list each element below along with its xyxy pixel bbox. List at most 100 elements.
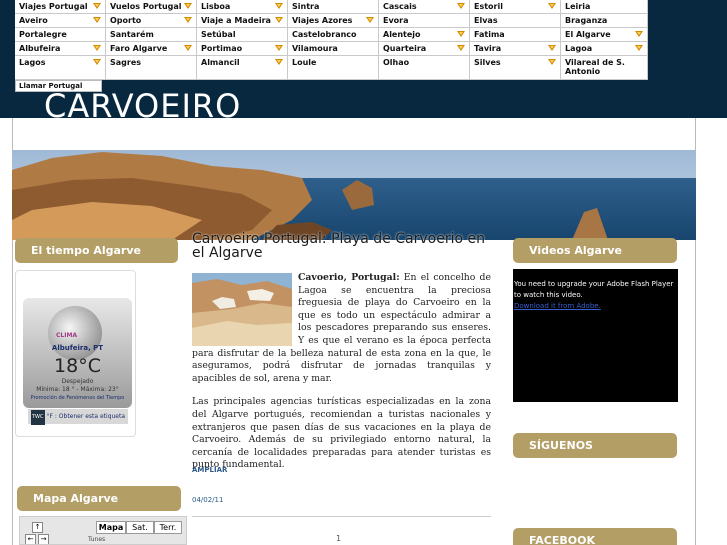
- dropdown-arrow-icon[interactable]: [93, 45, 101, 51]
- flash-download-link[interactable]: Download it from Adobe.: [514, 302, 601, 310]
- menu-item-label: Cascais: [383, 2, 417, 11]
- menu-item[interactable]: Portimao: [197, 42, 288, 56]
- menu-item-label: Castelobranco: [292, 30, 357, 39]
- menu-item-label: Braganza: [565, 16, 608, 25]
- menu-item-label: Alentejo: [383, 30, 421, 39]
- weather-panel: CLIMA Albufeira, PT 18°C Despejado Mínim…: [23, 298, 132, 408]
- menu-row: Lagos Sagres Almancil Loule Olhao Silves Vilar…: [15, 56, 648, 80]
- destinations-menu: Viajes Portugal Vuelos Portugal Lisboa Sint…: [15, 0, 648, 80]
- dropdown-arrow-icon[interactable]: [635, 45, 643, 51]
- menu-item[interactable]: Vilareal de S. Antonio: [561, 56, 648, 80]
- menu-item[interactable]: Braganza: [561, 14, 648, 28]
- menu-item[interactable]: Elvas: [470, 14, 561, 28]
- menu-item-label: Lagos: [19, 58, 46, 67]
- menu-item[interactable]: Santarém: [106, 28, 197, 42]
- article-paragraph-2: Las principales agencias turísticas espe…: [192, 396, 491, 471]
- dropdown-arrow-icon[interactable]: [366, 17, 374, 23]
- page-number-link[interactable]: 1: [336, 534, 341, 543]
- dropdown-arrow-icon[interactable]: [275, 3, 283, 9]
- menu-item[interactable]: Aveiro: [15, 14, 106, 28]
- menu-item[interactable]: Albufeira: [15, 42, 106, 56]
- dropdown-arrow-icon[interactable]: [93, 3, 101, 9]
- menu-item[interactable]: Loule: [288, 56, 379, 80]
- menu-item[interactable]: Faro Algarve: [106, 42, 197, 56]
- read-more-link[interactable]: AMPLIAR: [192, 466, 227, 474]
- menu-item-label: Evora: [383, 16, 409, 25]
- menu-row: Portalegre Santarém Setúbal Castelobranco Al…: [15, 28, 648, 42]
- menu-row: Albufeira Faro Algarve Portimao Vilamoura Qu…: [15, 42, 648, 56]
- menu-item[interactable]: Tavira: [470, 42, 561, 56]
- dropdown-arrow-icon[interactable]: [275, 45, 283, 51]
- weather-temperature: 18°C: [54, 355, 101, 377]
- menu-item-label: Loule: [292, 58, 317, 67]
- twc-logo-icon: TWC: [31, 410, 45, 425]
- menu-item[interactable]: Sagres: [106, 56, 197, 80]
- video-player[interactable]: You need to upgrade your Adobe Flash Pla…: [513, 269, 678, 402]
- menu-item[interactable]: Viajes Portugal: [15, 0, 106, 14]
- dropdown-arrow-icon[interactable]: [275, 17, 283, 23]
- dropdown-arrow-icon[interactable]: [275, 59, 283, 65]
- menu-item-label: Faro Algarve: [110, 44, 168, 53]
- weather-city[interactable]: Albufeira, PT: [23, 344, 132, 352]
- dropdown-arrow-icon[interactable]: [548, 3, 556, 9]
- map-type-map-button[interactable]: Mapa: [96, 521, 126, 534]
- weather-powered-link[interactable]: Promoción de Fenómenos del Tiempo: [23, 395, 132, 401]
- weather-min-max: Mínima: 18 ° - Máxima: 23°: [36, 386, 119, 393]
- menu-item[interactable]: Portalegre: [15, 28, 106, 42]
- menu-item[interactable]: Quarteira: [379, 42, 470, 56]
- menu-item-label: Albufeira: [19, 44, 61, 53]
- menu-item[interactable]: Lagos: [15, 56, 106, 80]
- menu-item[interactable]: Cascais: [379, 0, 470, 14]
- menu-item-label: Viaje a Madeira: [201, 16, 271, 25]
- menu-item-label: Almancil: [201, 58, 240, 67]
- menu-item-label: Viajes Portugal: [19, 2, 88, 11]
- menu-item[interactable]: Viaje a Madeira: [197, 14, 288, 28]
- menu-item[interactable]: Setúbal: [197, 28, 288, 42]
- menu-item[interactable]: Vilamoura: [288, 42, 379, 56]
- dropdown-arrow-icon[interactable]: [457, 3, 465, 9]
- dropdown-arrow-icon[interactable]: [184, 45, 192, 51]
- menu-item-label: Vilamoura: [292, 44, 338, 53]
- menu-item[interactable]: Sintra: [288, 0, 379, 14]
- map-widget[interactable]: ↑ ← → Mapa Sat. Terr. Tunes: [19, 516, 187, 545]
- weather-get-widget-link[interactable]: °F : Obtener esta etiqueta: [47, 413, 126, 420]
- dropdown-arrow-icon[interactable]: [184, 17, 192, 23]
- dropdown-arrow-icon[interactable]: [548, 59, 556, 65]
- menu-item[interactable]: Silves: [470, 56, 561, 80]
- site-title: CARVOEIRO: [44, 87, 242, 118]
- menu-item[interactable]: El Algarve: [561, 28, 648, 42]
- menu-item-label: El Algarve: [565, 30, 611, 39]
- dropdown-arrow-icon[interactable]: [457, 45, 465, 51]
- map-pan-left-icon[interactable]: ←: [25, 534, 36, 544]
- dropdown-arrow-icon[interactable]: [548, 45, 556, 51]
- map-pan-right-icon[interactable]: →: [38, 534, 49, 544]
- menu-item[interactable]: Fatima: [470, 28, 561, 42]
- menu-item[interactable]: Leiria: [561, 0, 648, 14]
- follow-section-title: SÍGUENOS: [513, 433, 677, 458]
- menu-item[interactable]: Lagoa: [561, 42, 648, 56]
- dropdown-arrow-icon[interactable]: [457, 31, 465, 37]
- menu-row: Aveiro Oporto Viaje a Madeira Viajes Azores…: [15, 14, 648, 28]
- menu-item-label: Tavira: [474, 44, 502, 53]
- menu-item-label: Lisboa: [201, 2, 231, 11]
- dropdown-arrow-icon[interactable]: [184, 3, 192, 9]
- menu-item[interactable]: Oporto: [106, 14, 197, 28]
- article-body: Cavoerio, Portugal: En el concelho de La…: [192, 272, 491, 483]
- dropdown-arrow-icon[interactable]: [93, 59, 101, 65]
- menu-item[interactable]: Castelobranco: [288, 28, 379, 42]
- map-type-satellite-button[interactable]: Sat.: [126, 521, 154, 534]
- dropdown-arrow-icon[interactable]: [635, 31, 643, 37]
- weather-footer[interactable]: TWC °F : Obtener esta etiqueta: [28, 409, 128, 425]
- menu-item[interactable]: Almancil: [197, 56, 288, 80]
- menu-item[interactable]: Lisboa: [197, 0, 288, 14]
- map-type-terrain-button[interactable]: Terr.: [154, 521, 182, 534]
- map-pan-up-icon[interactable]: ↑: [32, 522, 43, 533]
- dropdown-arrow-icon[interactable]: [93, 17, 101, 23]
- menu-item[interactable]: Estoril: [470, 0, 561, 14]
- menu-item[interactable]: Viajes Azores: [288, 14, 379, 28]
- menu-item[interactable]: Evora: [379, 14, 470, 28]
- menu-item[interactable]: Vuelos Portugal: [106, 0, 197, 14]
- menu-item[interactable]: Alentejo: [379, 28, 470, 42]
- menu-item[interactable]: Olhao: [379, 56, 470, 80]
- menu-item-label: Vilareal de S. Antonio: [565, 58, 625, 76]
